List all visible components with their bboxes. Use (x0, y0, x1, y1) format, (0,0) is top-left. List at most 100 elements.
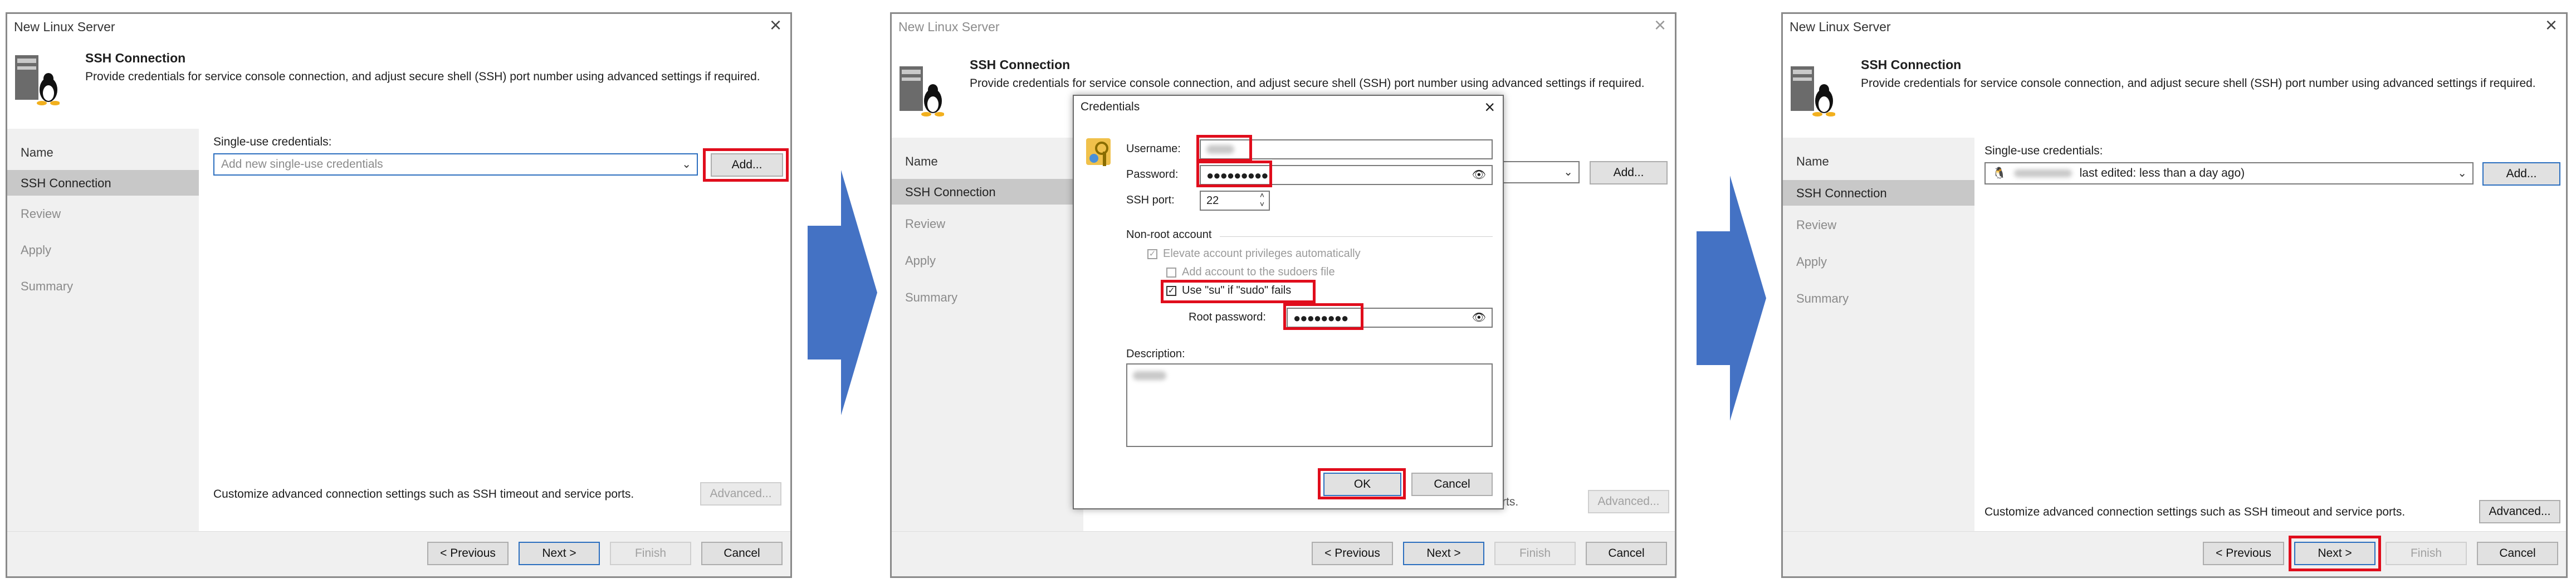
nav-item-name: Name (905, 154, 938, 168)
nav-item-name[interactable]: Name (1796, 154, 1829, 169)
highlight-box (1318, 468, 1406, 499)
add-button: Add... (1590, 161, 1668, 184)
close-icon[interactable]: × (770, 15, 781, 35)
credentials-dropdown[interactable]: 🐧 last edited: less than a day ago) ⌄ (1984, 162, 2474, 184)
page-title: SSH Connection (970, 57, 1071, 72)
wizard-footer: < Previous Next > Finish Cancel (892, 531, 1675, 576)
spin-arrows-icon[interactable]: ˄ ˅ (1260, 191, 1264, 208)
dialog-cancel-button[interactable]: Cancel (1411, 473, 1493, 496)
sudoers-checkbox (1166, 268, 1176, 278)
dialog-title: Credentials (1081, 100, 1140, 113)
nav-item-apply: Apply (21, 243, 52, 257)
previous-button: < Previous (1312, 542, 1393, 565)
nav-item-label: SSH Connection (1796, 186, 1887, 200)
nav-item-review: Review (905, 217, 946, 231)
finish-button: Finish (2386, 542, 2467, 565)
wizard-sidebar: Name SSH Connection Review Apply Summary (1783, 138, 1974, 543)
ssh-port-label: SSH port: (1126, 194, 1175, 206)
description-textarea[interactable] (1126, 363, 1493, 447)
credentials-dialog: Credentials × Username: Password: ●●●●●●… (1073, 95, 1504, 509)
sudoers-label: Add account to the sudoers file (1182, 266, 1335, 278)
nav-item-review: Review (1796, 218, 1837, 232)
add-button[interactable]: Add... (2482, 162, 2560, 186)
advanced-button[interactable]: Advanced... (2479, 500, 2560, 523)
close-icon[interactable]: × (1484, 97, 1495, 118)
page-description: Provide credentials for service console … (970, 77, 1645, 90)
window-title: New Linux Server (898, 20, 1000, 34)
chevron-down-icon: ⌄ (1563, 166, 1573, 178)
page-title: SSH Connection (85, 51, 186, 65)
linux-server-icon (1791, 66, 1835, 116)
advanced-text: Customize advanced connection settings s… (1984, 506, 2406, 518)
finish-button: Finish (1494, 542, 1576, 565)
redacted-value (2013, 169, 2072, 178)
nav-item-apply: Apply (1796, 255, 1827, 269)
wizard-sidebar: Name SSH Connection Review Apply Summary (7, 129, 199, 534)
cancel-button: Cancel (1586, 542, 1667, 565)
highlight-box (2289, 536, 2381, 571)
description-label: Description: (1126, 348, 1185, 360)
previous-button[interactable]: < Previous (427, 542, 509, 565)
nav-item-summary: Summary (905, 290, 958, 304)
page-description: Provide credentials for service console … (85, 70, 760, 83)
wizard-panel-step2: New Linux Server × SSH Connection Provid… (890, 12, 1676, 578)
highlight-box (1196, 161, 1272, 187)
page-title: SSH Connection (1861, 57, 1962, 72)
nav-item-apply: Apply (905, 254, 936, 268)
wizard-footer: < Previous Next > Finish Cancel (7, 531, 790, 576)
redacted-value (1133, 371, 1166, 380)
advanced-text: Customize advanced connection settings s… (213, 488, 634, 501)
next-button: Next > (1403, 542, 1484, 565)
arrow-right-icon (808, 170, 877, 415)
window-title: New Linux Server (1790, 20, 1891, 34)
advanced-button[interactable]: Advanced... (700, 482, 781, 506)
highlight-box (703, 148, 789, 182)
nav-item-review: Review (21, 207, 61, 221)
divider (1220, 236, 1493, 237)
nav-item-label: SSH Connection (905, 185, 996, 199)
key-icon (1086, 138, 1111, 166)
ssh-port-value: 22 (1206, 195, 1219, 207)
highlight-box (1161, 280, 1316, 303)
ssh-port-stepper[interactable]: 22 ˄ ˅ (1200, 191, 1270, 211)
password-label: Password: (1126, 168, 1179, 181)
next-button[interactable]: Next > (519, 542, 600, 565)
root-password-label: Root password: (1189, 311, 1266, 323)
wizard-panel-step1: New Linux Server × SSH Connection Provid… (6, 12, 792, 578)
highlight-box (1283, 303, 1363, 330)
elevate-checkbox: ✓ (1147, 249, 1157, 259)
linux-penguin-icon: 🐧 (1992, 167, 2006, 179)
username-label: Username: (1126, 143, 1181, 155)
wizard-panel-step3: New Linux Server × SSH Connection Provid… (1781, 12, 2568, 578)
linux-server-icon (900, 66, 944, 116)
wizard-sidebar: Name SSH Connection Review Apply Summary (892, 138, 1083, 543)
credentials-label: Single-use credentials: (213, 135, 332, 148)
eye-icon[interactable]: 👁 (1472, 310, 1486, 324)
linux-server-icon (15, 55, 60, 105)
nav-item-ssh-connection[interactable]: SSH Connection (7, 170, 199, 196)
cancel-button[interactable]: Cancel (2477, 542, 2558, 565)
nav-item-summary: Summary (21, 279, 74, 293)
advanced-button: Advanced... (1588, 490, 1669, 513)
finish-button: Finish (610, 542, 691, 565)
close-icon[interactable]: × (2545, 15, 2557, 35)
nav-item-summary: Summary (1796, 292, 1849, 305)
chevron-down-icon: ⌄ (2457, 167, 2467, 179)
credentials-selected-suffix: last edited: less than a day ago) (2079, 167, 2245, 179)
highlight-box (1196, 135, 1252, 162)
credentials-label: Single-use credentials: (1984, 144, 2103, 157)
nonroot-section-title: Non-root account (1126, 229, 1212, 241)
nav-item-ssh-connection[interactable]: SSH Connection (1783, 180, 1974, 206)
credentials-dropdown[interactable]: Add new single-use credentials ⌄ (213, 153, 698, 176)
eye-icon[interactable]: 👁 (1472, 168, 1486, 182)
elevate-label: Elevate account privileges automatically (1163, 247, 1361, 260)
nav-item-name[interactable]: Name (21, 145, 53, 160)
nav-item-label: SSH Connection (21, 176, 111, 190)
page-description: Provide credentials for service console … (1861, 77, 2536, 90)
arrow-right-icon (1697, 176, 1766, 421)
cancel-button[interactable]: Cancel (701, 542, 783, 565)
credentials-placeholder: Add new single-use credentials (221, 158, 383, 171)
chevron-down-icon: ⌄ (682, 158, 691, 171)
close-icon: × (1654, 13, 1666, 36)
previous-button[interactable]: < Previous (2203, 542, 2284, 565)
